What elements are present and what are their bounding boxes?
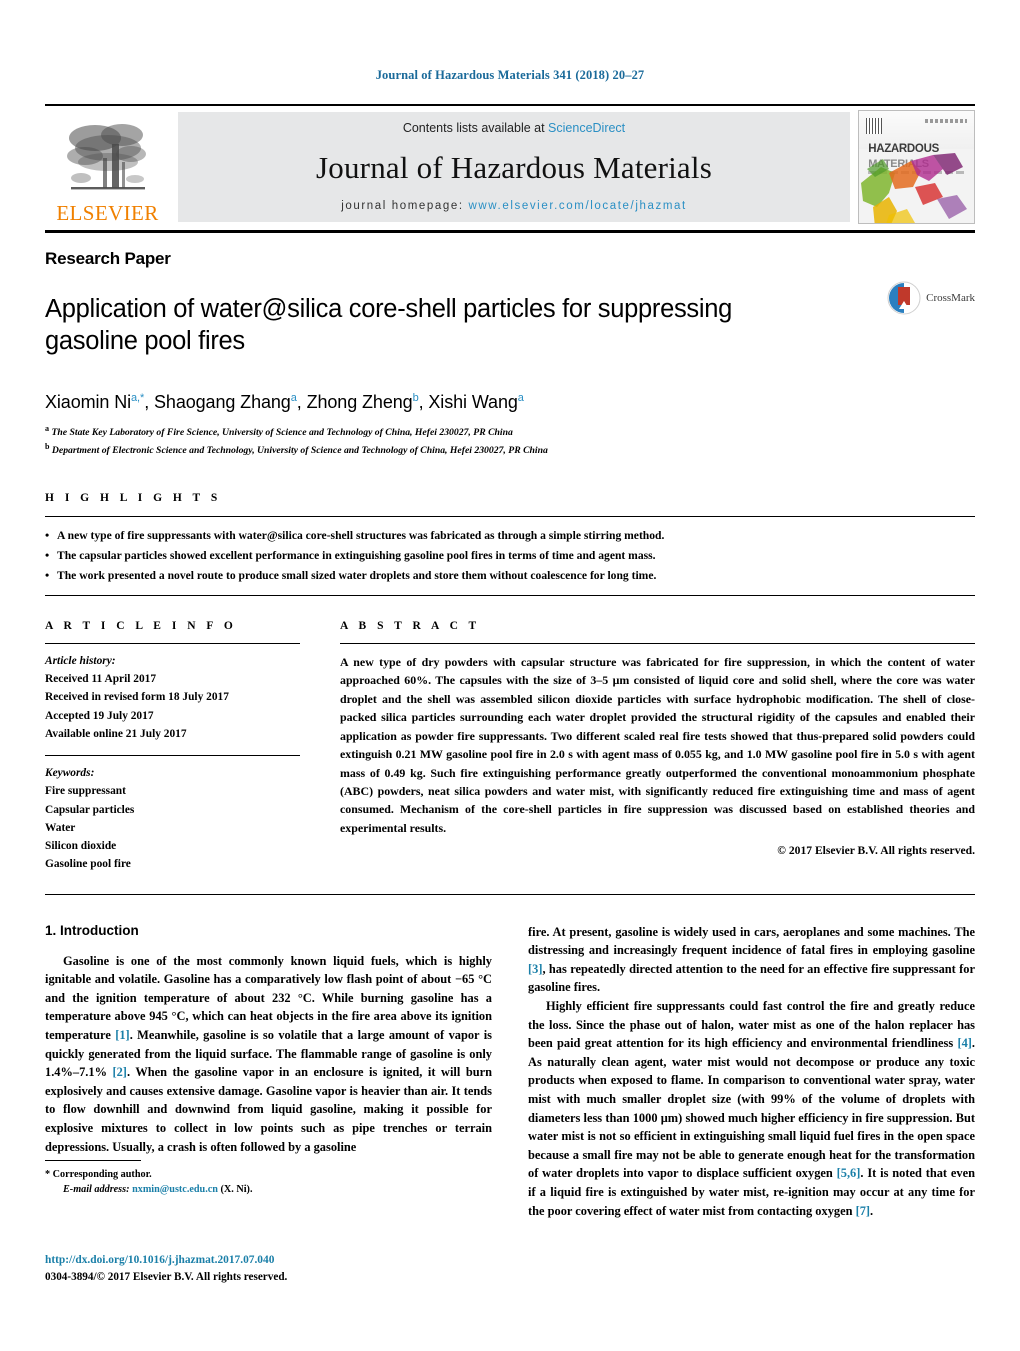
abstract-rule: [340, 642, 975, 644]
affiliation-list: a The State Key Laboratory of Fire Scien…: [45, 423, 975, 458]
doi-link[interactable]: http://dx.doi.org/10.1016/j.jhazmat.2017…: [45, 1252, 545, 1269]
citation-ref[interactable]: [1]: [115, 1028, 129, 1042]
author-name: Shaogang Zhang: [154, 392, 291, 413]
paragraph-text: fire. At present, gasoline is widely use…: [528, 924, 975, 958]
article-info-label: A R T I C L E I N F O: [45, 619, 237, 632]
elsevier-tree-icon: [66, 124, 146, 190]
paragraph: fire. At present, gasoline is widely use…: [528, 923, 975, 997]
keywords-block: Keywords: Fire suppressant Capsular part…: [45, 764, 300, 874]
contents-prefix: Contents lists available at: [402, 121, 549, 135]
author-name: Xishi Wang: [428, 392, 518, 413]
elsevier-logo: ELSEVIER: [45, 106, 170, 228]
abstract-copyright: © 2017 Elsevier B.V. All rights reserved…: [777, 844, 975, 858]
list-item: The capsular particles showed excellent …: [45, 545, 975, 566]
elsevier-wordmark: ELSEVIER: [56, 201, 159, 225]
article-history-block: Article history: Received 11 April 2017 …: [45, 652, 300, 743]
abstract-column: A B S T R A C T A new type of dry powder…: [340, 620, 975, 874]
homepage-url[interactable]: www.elsevier.com/locate/jhazmat: [468, 200, 686, 212]
masthead-center-panel: Contents lists available at ScienceDirec…: [178, 112, 850, 222]
footnote-rule: [45, 1160, 141, 1161]
author-name: Zhong Zheng: [306, 392, 413, 413]
keyword-item: Capsular particles: [45, 803, 135, 816]
email-link[interactable]: nxmin@ustc.edu.cn: [132, 1184, 218, 1195]
highlights-label: H I G H L I G H T S: [45, 491, 222, 504]
article-history-heading: Article history:: [45, 654, 116, 667]
citation-ref[interactable]: [4]: [957, 1036, 971, 1050]
article-history-item: Accepted 19 July 2017: [45, 709, 154, 722]
body-top-rule: [45, 893, 975, 895]
keywords-rule: [45, 755, 300, 757]
author-sup: a: [517, 392, 524, 405]
citation-ref[interactable]: [2]: [112, 1065, 126, 1079]
corresponding-text: Corresponding author.: [52, 1169, 152, 1180]
article-type: Research Paper: [45, 249, 171, 268]
author-sup: a,*: [131, 392, 145, 405]
body-column-right: fire. At present, gasoline is widely use…: [528, 923, 975, 1221]
article-info-rule: [45, 642, 300, 644]
affiliation-marker: a: [45, 424, 50, 434]
author-sup: a: [290, 392, 297, 405]
article-history-item: Received in revised form 18 July 2017: [45, 691, 229, 704]
journal-title: Journal of Hazardous Materials: [316, 149, 712, 185]
affiliation-item: a The State Key Laboratory of Fire Scien…: [45, 423, 975, 440]
paper-page: Journal of Hazardous Materials 341 (2018…: [0, 0, 1020, 1351]
doi-block: http://dx.doi.org/10.1016/j.jhazmat.2017…: [45, 1252, 545, 1286]
title-row: Application of water@silica core-shell p…: [45, 277, 975, 374]
keyword-item: Water: [45, 821, 76, 834]
paragraph-text: . As naturally clean agent, water mist w…: [528, 1036, 975, 1181]
paragraph: Gasoline is one of the most commonly kno…: [45, 952, 492, 1157]
masthead-bottom-rule: [45, 230, 975, 233]
paragraph-text: , has repeatedly directed attention to t…: [528, 961, 975, 995]
page-title: Application of water@silica core-shell p…: [45, 295, 732, 355]
homepage-prefix: journal homepage:: [341, 200, 469, 212]
email-owner: (X. Ni).: [220, 1184, 253, 1196]
sciencedirect-link[interactable]: ScienceDirect: [548, 121, 625, 135]
author-name: Xiaomin Ni: [45, 392, 132, 413]
footnote-block: * Corresponding author. E-mail address: …: [45, 1160, 505, 1198]
cover-world-map-art: [861, 153, 967, 223]
crossmark-label: CrossMark: [926, 292, 975, 304]
section-heading-introduction: 1. Introduction: [45, 922, 139, 938]
paragraph-text: Highly efficient fire suppressants could…: [528, 998, 975, 1051]
citation-ref[interactable]: [3]: [528, 962, 542, 976]
email-label: E-mail address:: [63, 1184, 130, 1196]
highlights-section: H I G H L I G H T S A new type of fire s…: [45, 492, 975, 596]
abstract-label: A B S T R A C T: [340, 619, 481, 632]
highlights-list: A new type of fire suppressants with wat…: [45, 517, 975, 595]
corresponding-marker: *: [45, 1169, 51, 1180]
abstract-text: A new type of dry powders with capsular …: [340, 654, 975, 835]
keyword-item: Silicon dioxide: [45, 840, 117, 853]
author-sup: b: [412, 392, 419, 405]
author-list: Xiaomin Nia,*, Shaogang Zhanga, Zhong Zh…: [45, 392, 524, 413]
citation-ref[interactable]: [7]: [856, 1204, 870, 1218]
journal-cover-thumbnail: HAZARDOUS MATERIALS: [858, 110, 975, 224]
running-head: Journal of Hazardous Materials 341 (2018…: [375, 68, 645, 82]
affiliation-text: The State Key Laboratory of Fire Science…: [51, 427, 513, 439]
journal-masthead: ELSEVIER Contents lists available at Sci…: [45, 104, 975, 228]
crossmark-icon: [887, 281, 921, 315]
keyword-item: Fire suppressant: [45, 785, 126, 798]
corresponding-author-note: * Corresponding author.: [45, 1167, 505, 1182]
citation-ref[interactable]: [5,6]: [837, 1166, 861, 1180]
crossmark-badge[interactable]: CrossMark: [887, 281, 975, 315]
article-history-item: Available online 21 July 2017: [45, 727, 187, 740]
paragraph: Highly efficient fire suppressants could…: [528, 997, 975, 1220]
affiliation-item: b Department of Electronic Science and T…: [45, 441, 975, 458]
info-abstract-row: A R T I C L E I N F O Article history: R…: [45, 620, 975, 874]
highlights-bottom-rule: [45, 594, 975, 596]
affiliation-marker: b: [45, 441, 50, 451]
keyword-item: Gasoline pool fire: [45, 858, 131, 871]
contents-available-line: Contents lists available at ScienceDirec…: [403, 121, 625, 135]
article-history-item: Received 11 April 2017: [45, 673, 157, 686]
affiliation-text: Department of Electronic Science and Tec…: [51, 444, 548, 456]
paragraph-text: .: [870, 1203, 874, 1218]
journal-homepage-line: journal homepage: www.elsevier.com/locat…: [341, 200, 687, 212]
list-item: The work presented a novel route to prod…: [45, 565, 975, 586]
list-item: A new type of fire suppressants with wat…: [45, 525, 975, 546]
email-note: E-mail address: nxmin@ustc.edu.cn (X. Ni…: [45, 1182, 505, 1197]
keywords-heading: Keywords:: [45, 767, 95, 780]
article-info-column: A R T I C L E I N F O Article history: R…: [45, 620, 300, 874]
issn-copyright: 0304-3894/© 2017 Elsevier B.V. All right…: [45, 1271, 288, 1284]
